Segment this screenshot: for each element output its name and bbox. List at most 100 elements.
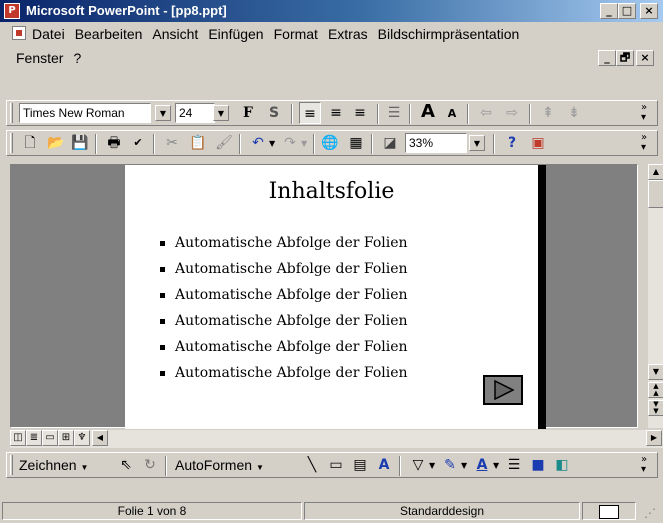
free-rotate-icon[interactable]: ↻ [139,454,161,476]
tables-borders-icon[interactable]: ▦ [345,132,367,154]
cut-icon[interactable]: ✂ [161,132,183,154]
move-up-icon[interactable]: ⇞ [537,102,559,124]
powerpoint-icon[interactable]: P [4,3,20,19]
demote-icon[interactable]: ⇨ [501,102,523,124]
fill-color-dropdown-icon[interactable]: ▼ [429,461,435,470]
3d-icon[interactable]: ◧ [551,454,573,476]
text-box-icon[interactable]: ▤ [349,454,371,476]
horizontal-scrollbar[interactable]: ◫ ≣ ▭ ⊞ ♆ ◀ ▶ [10,430,663,448]
document-icon[interactable] [12,26,26,40]
menu-bildschirmpraesentation[interactable]: Bildschirmpräsentation [374,24,526,44]
font-color-dropdown-icon[interactable]: ▼ [493,461,499,470]
scroll-right-icon[interactable]: ▶ [646,430,662,446]
bullet-item[interactable]: Automatische Abfolge der Folien [160,261,408,277]
fill-color-icon[interactable]: ▽ [407,454,429,476]
title-bar[interactable]: P Microsoft PowerPoint - [pp8.ppt] _ □ × [0,0,663,22]
menu-fenster[interactable]: Fenster [12,48,69,68]
minimize-button[interactable]: _ [600,3,618,19]
line-color-icon[interactable]: ✎ [439,454,461,476]
menu-extras[interactable]: Extras [324,24,374,44]
wordart-icon[interactable]: A [373,454,395,476]
slide-edit-area[interactable]: Inhaltsfolie Automatische Abfolge der Fo… [10,164,638,429]
toolbar-grip[interactable] [10,103,13,123]
slide-show-icon[interactable]: ♆ [74,430,90,446]
undo-dropdown-icon[interactable]: ▼ [269,139,275,148]
bullet-item[interactable]: Automatische Abfolge der Folien [160,235,408,251]
increase-font-icon[interactable]: A [417,101,439,123]
draw-menu-button[interactable]: Zeichnen ▼ [19,457,88,473]
rectangle-icon[interactable]: ▭ [325,454,347,476]
bullet-item[interactable]: Automatische Abfolge der Folien [160,287,408,303]
shadow-button[interactable]: S [263,102,285,124]
font-dropdown-icon[interactable]: ▼ [155,105,171,121]
slide-sorter-view-icon[interactable]: ⊞ [58,430,74,446]
toolbar-overflow-icon[interactable]: » ▾ [641,133,647,153]
line-icon[interactable]: ╲ [301,454,323,476]
redo-dropdown-icon[interactable]: ▼ [301,139,307,148]
slide[interactable]: Inhaltsfolie Automatische Abfolge der Fo… [125,165,538,429]
doc-minimize-button[interactable]: _ [598,50,616,66]
menu-help[interactable]: ? [69,48,87,68]
scroll-left-icon[interactable]: ◀ [92,430,108,446]
toolbar-grip[interactable] [10,133,13,153]
spelling-status-icon[interactable] [582,502,636,520]
format-painter-icon[interactable]: 🖌 [213,132,235,154]
play-icon[interactable] [483,375,523,405]
font-combo[interactable]: Times New Roman [19,103,151,123]
undo-icon[interactable]: ↶ [247,132,269,154]
shadow-icon[interactable]: ■ [527,454,549,476]
bullet-item[interactable]: Automatische Abfolge der Folien [160,339,408,355]
menu-einfuegen[interactable]: Einfügen [204,24,269,44]
scroll-thumb[interactable] [648,180,663,208]
grayscale-icon[interactable]: ◪ [379,132,401,154]
maximize-button[interactable]: □ [618,3,636,19]
new-document-icon[interactable]: 🗋 [19,132,41,154]
redo-icon[interactable]: ↷ [279,132,301,154]
doc-restore-button[interactable]: 🗗 [616,50,634,66]
scroll-down-icon[interactable]: ▼ [648,364,663,380]
font-color-icon[interactable]: A [471,454,493,476]
spellcheck-icon[interactable]: ✔ [127,132,149,154]
print-icon[interactable]: 🖶 [103,132,125,154]
scroll-up-icon[interactable]: ▲ [648,164,663,180]
hyperlink-icon[interactable]: 🌐 [319,132,341,154]
normal-view-icon[interactable]: ◫ [10,430,26,446]
previous-slide-icon[interactable]: ▲ ▲ [648,382,663,398]
size-dropdown-icon[interactable]: ▼ [213,105,229,121]
decrease-font-icon[interactable]: A [441,103,463,125]
office-assistant-icon[interactable]: ▣ [527,132,549,154]
size-combo[interactable]: 24 [175,103,215,123]
bold-button[interactable]: F [237,102,259,124]
menu-format[interactable]: Format [270,24,324,44]
doc-close-button[interactable]: × [636,50,654,66]
next-slide-icon[interactable]: ▼ ▼ [648,400,663,416]
close-button[interactable]: × [640,3,658,19]
slide-view-icon[interactable]: ▭ [42,430,58,446]
menu-bearbeiten[interactable]: Bearbeiten [71,24,149,44]
toolbar-overflow-icon[interactable]: » ▾ [641,103,647,123]
paste-icon[interactable]: 📋 [187,132,209,154]
bullet-item[interactable]: Automatische Abfolge der Folien [160,365,408,381]
toolbar-overflow-icon[interactable]: » ▾ [641,455,647,475]
toolbar-grip[interactable] [10,455,13,475]
move-down-icon[interactable]: ⇟ [563,102,585,124]
promote-icon[interactable]: ⇦ [475,102,497,124]
align-right-icon[interactable]: ≡ [349,102,371,124]
line-style-icon[interactable]: ☰ [503,454,525,476]
zoom-combo[interactable]: 33% [405,133,467,153]
help-icon[interactable]: ? [501,132,523,154]
menu-datei[interactable]: Datei [28,24,71,44]
vertical-scrollbar[interactable]: ▲ ▼ ▲ ▲ ▼ ▼ [648,164,663,428]
resize-grip-icon[interactable]: ⋰ [644,506,660,522]
bullet-item[interactable]: Automatische Abfolge der Folien [160,313,408,329]
select-pointer-icon[interactable]: ⇖ [115,454,137,476]
bullets-icon[interactable]: ☰ [383,102,405,124]
zoom-dropdown-icon[interactable]: ▼ [469,135,485,151]
save-icon[interactable]: 💾 [69,132,91,154]
open-folder-icon[interactable]: 📂 [45,132,67,154]
slide-title[interactable]: Inhaltsfolie [125,179,538,204]
align-left-icon[interactable]: ≡ [299,102,321,124]
line-color-dropdown-icon[interactable]: ▼ [461,461,467,470]
autoshapes-menu-button[interactable]: AutoFormen ▼ [175,457,264,473]
align-center-icon[interactable]: ≡ [325,102,347,124]
